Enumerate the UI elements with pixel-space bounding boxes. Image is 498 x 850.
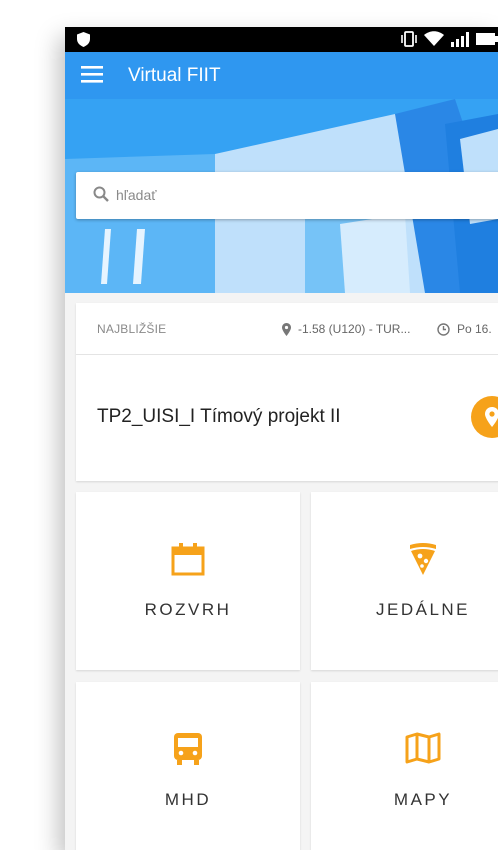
- app-title: Virtual FIIT: [128, 65, 221, 86]
- phone-screen: Virtual FIIT hľadať NAJBLIŽŠIE -1.58 (U1…: [65, 27, 498, 850]
- clock-icon: [437, 322, 450, 336]
- tile-label-jedalne: JEDÁLNE: [375, 600, 471, 619]
- event-location-text: -1.58 (U120) - TUR...: [298, 322, 411, 336]
- location-pin-icon: [282, 322, 291, 336]
- pizza-icon: [410, 543, 436, 575]
- bus-icon: [174, 733, 202, 765]
- event-time-text: Po 16.: [457, 322, 492, 336]
- tile-jedalne[interactable]: JEDÁLNE: [311, 492, 498, 670]
- wifi-icon: [424, 31, 444, 46]
- tile-rozvrh[interactable]: ROZVRH: [76, 492, 300, 670]
- nearest-label: NAJBLIŽŠIE: [97, 322, 167, 336]
- search-icon: [93, 186, 109, 202]
- navigate-button[interactable]: [471, 396, 498, 438]
- shield-icon: [77, 32, 90, 47]
- app-bar: Virtual FIIT: [65, 52, 498, 100]
- battery-icon: [476, 33, 498, 45]
- search-placeholder: hľadať: [116, 187, 157, 203]
- tile-label-mapy: MAPY: [393, 790, 453, 809]
- signal-icon: [451, 31, 469, 47]
- location-pin-icon: [485, 407, 498, 427]
- status-bar: [65, 27, 498, 52]
- event-subject: TP2_UISI_I Tímový projekt II: [97, 406, 341, 427]
- tile-label-mhd: MHD: [164, 790, 212, 809]
- event-location: -1.58 (U120) - TUR...: [282, 322, 410, 336]
- tile-mhd[interactable]: MHD: [76, 682, 300, 850]
- menu-icon[interactable]: [81, 66, 103, 83]
- nearest-card-header: NAJBLIŽŠIE -1.58 (U120) - TUR... Po 16.: [76, 303, 498, 355]
- tile-mapy[interactable]: MAPY: [311, 682, 498, 850]
- nearest-event-card[interactable]: NAJBLIŽŠIE -1.58 (U120) - TUR... Po 16. …: [76, 303, 498, 481]
- event-time: Po 16.: [437, 322, 492, 336]
- vibrate-icon: [401, 31, 417, 47]
- map-icon: [405, 732, 441, 764]
- search-bar[interactable]: hľadať: [76, 172, 498, 219]
- tile-label-rozvrh: ROZVRH: [144, 600, 232, 619]
- calendar-icon: [171, 543, 205, 576]
